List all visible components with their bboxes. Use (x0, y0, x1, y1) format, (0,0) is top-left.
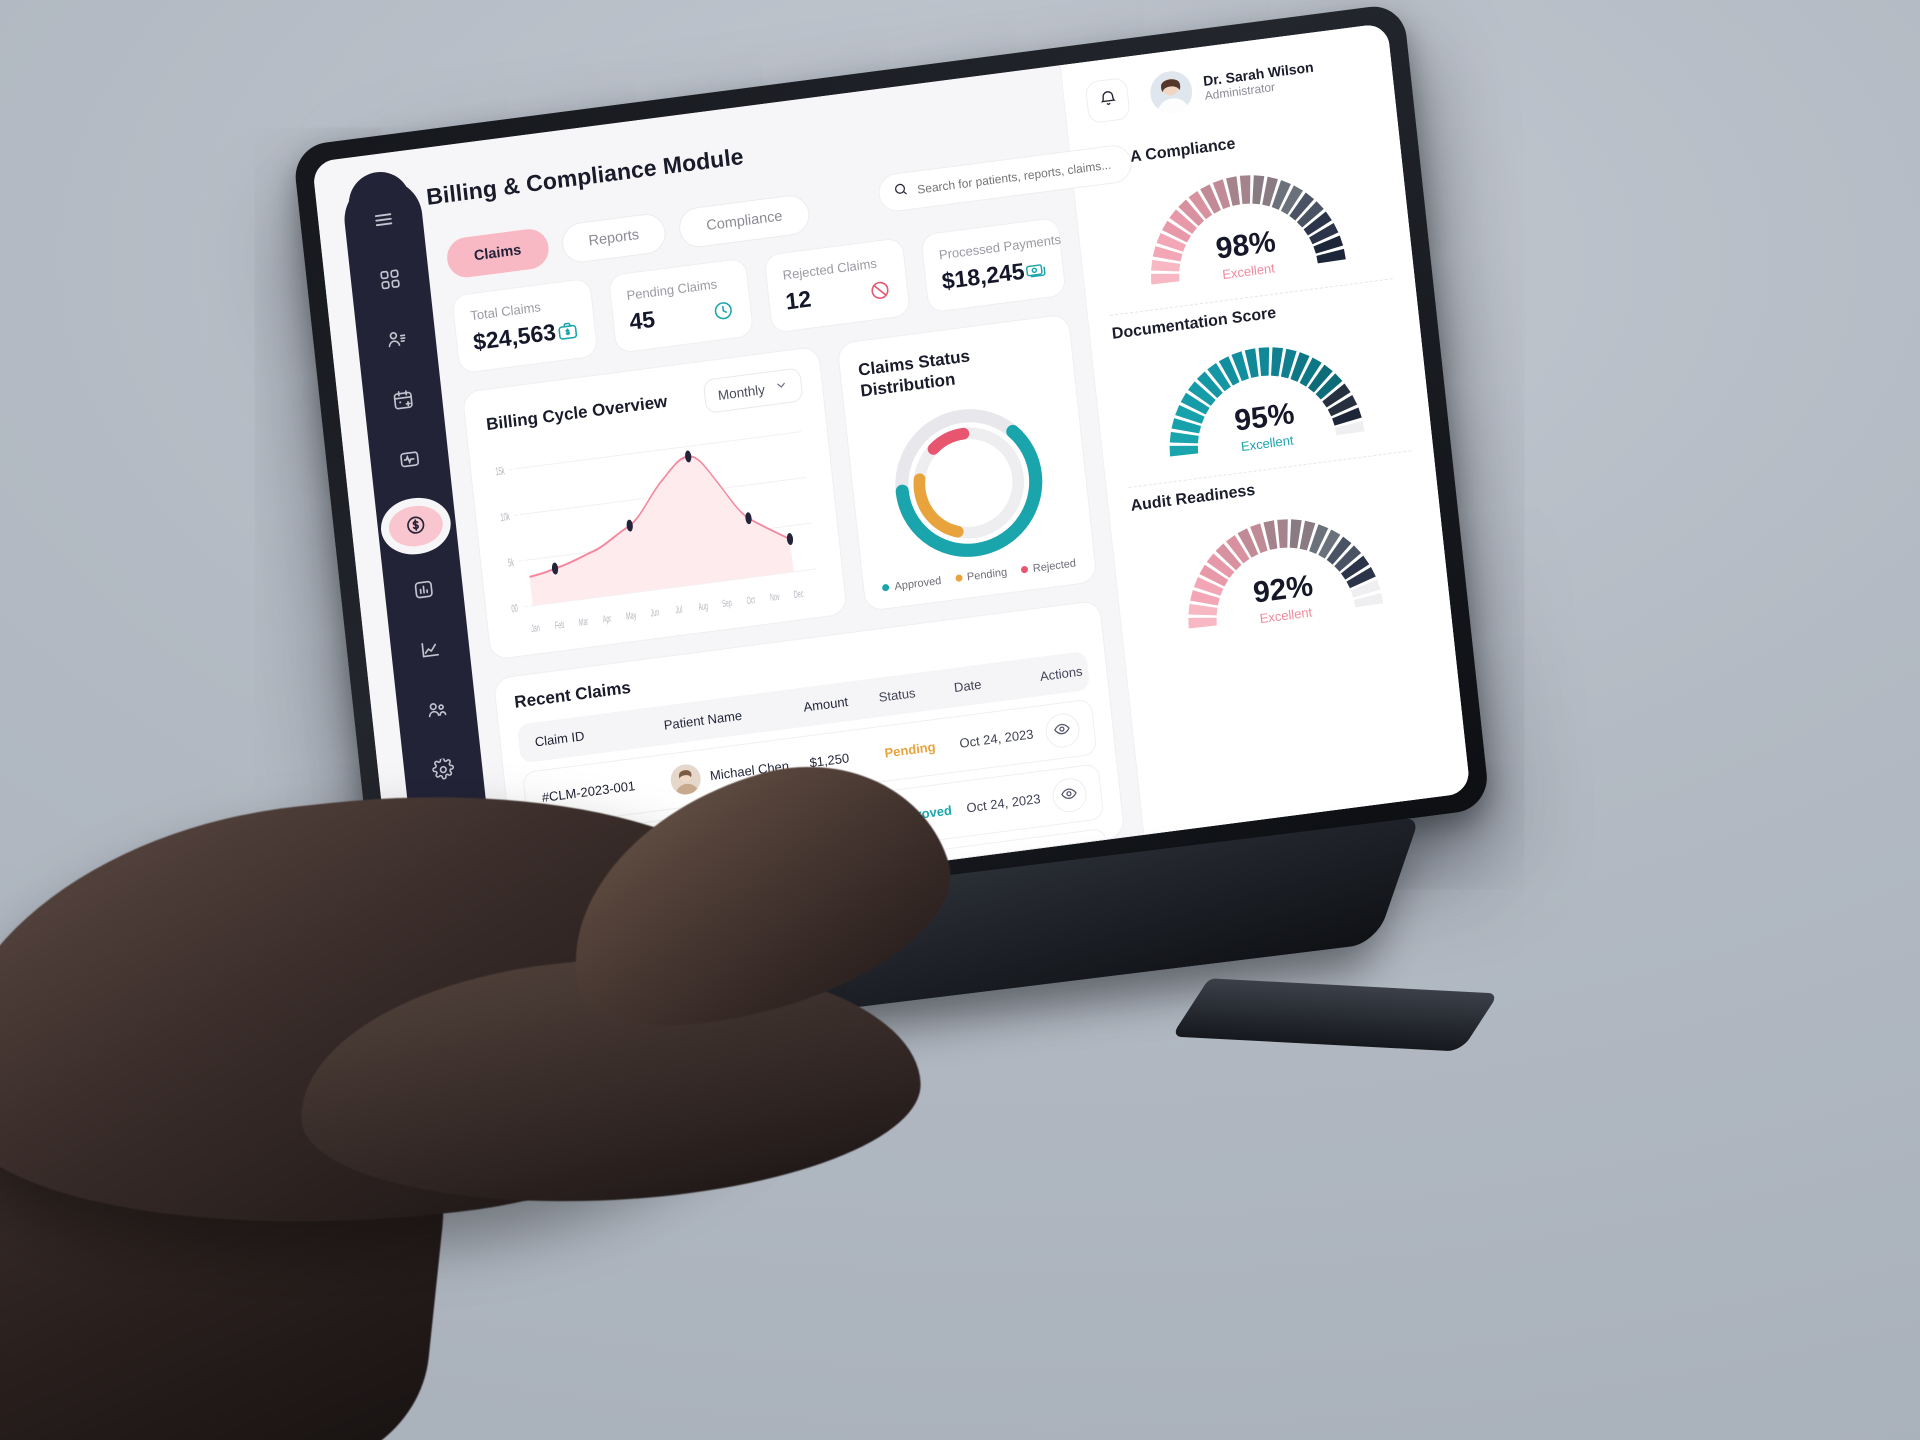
gauge-segment (1239, 175, 1251, 204)
gauge-segment (1150, 273, 1180, 285)
eye-icon (1060, 784, 1079, 806)
legend-dot-pending (954, 574, 963, 583)
gauge-segments (1188, 519, 1384, 629)
cell-date: Oct 24, 2023 (965, 790, 1042, 816)
charts-row: Billing Cycle Overview Monthly 15k 10k 5… (461, 313, 1098, 661)
bell-icon (1097, 88, 1118, 112)
calendar-icon (391, 387, 416, 415)
svg-text:10k: 10k (500, 510, 511, 524)
gauge-segments (1150, 175, 1346, 285)
user-meta: Dr. Sarah Wilson Administrator (1202, 59, 1315, 103)
briefcase-dollar-icon (555, 319, 580, 347)
period-select[interactable]: Monthly (702, 367, 804, 414)
column-header-amount: Amount (802, 693, 849, 715)
page-title: Billing & Compliance Module (424, 142, 745, 210)
legend-dot-rejected (1020, 565, 1029, 574)
svg-text:15k: 15k (495, 464, 506, 478)
svg-text:Sep: Sep (722, 596, 733, 610)
claims-status-chart (862, 383, 1075, 582)
ban-icon (867, 278, 892, 306)
billing-cycle-title: Billing Cycle Overview (485, 391, 669, 435)
column-header-claim-id: Claim ID (533, 727, 586, 750)
status-badge: Pending (883, 739, 937, 761)
legend-dot-approved (882, 583, 890, 592)
hamburger-menu-icon (371, 207, 396, 235)
user-list-icon (384, 327, 409, 355)
column-header-date: Date (953, 676, 983, 695)
stat-card-pending-claims: Pending Claims 45 (607, 257, 755, 354)
stat-card-rejected-claims: Rejected Claims 12 (763, 237, 911, 334)
column-header-patient-name: Patient Name (662, 707, 743, 733)
sidebar-item-menu[interactable] (362, 203, 405, 238)
sidebar-item-patients[interactable] (375, 323, 418, 358)
grid-dashboard-icon (378, 267, 403, 295)
svg-text:May: May (625, 608, 637, 622)
y-axis-ticks: 15k 10k 5k 00 (495, 464, 528, 615)
svg-text:Apr: Apr (602, 612, 612, 626)
donut-chart-svg (895, 408, 1043, 557)
sidebar-item-settings[interactable] (422, 754, 465, 789)
sidebar-item-analytics[interactable] (409, 634, 452, 669)
avatar (668, 762, 702, 796)
clock-icon (711, 298, 736, 326)
bar-chart-icon (412, 577, 437, 605)
cell-claim-id: #CLM-2023-001 (541, 778, 636, 806)
area-fill (529, 456, 794, 606)
svg-text:Oct: Oct (746, 593, 756, 607)
line-chart-icon (418, 637, 443, 665)
notifications-button[interactable] (1084, 76, 1131, 125)
sidebar-item-vitals[interactable] (388, 443, 431, 478)
period-select-value: Monthly (717, 381, 766, 403)
sidebar-item-billing[interactable] (386, 502, 445, 550)
svg-text:Jul: Jul (675, 602, 683, 615)
svg-text:Aug: Aug (698, 599, 709, 613)
gauge-audit-readiness: Audit Readiness 92% Excellent (1129, 451, 1430, 659)
tab-claims[interactable]: Claims (445, 226, 551, 280)
svg-text:Dec: Dec (793, 587, 804, 601)
gauge-segments (1169, 347, 1365, 457)
eye-icon (1053, 719, 1072, 741)
sidebar-item-dashboard[interactable] (369, 263, 412, 298)
view-claim-button[interactable] (1050, 775, 1088, 814)
svg-text:Feb: Feb (554, 618, 565, 632)
svg-text:5k: 5k (507, 556, 515, 569)
gear-icon (431, 757, 456, 785)
sidebar-item-reports[interactable] (402, 574, 445, 609)
claims-status-card: Claims Status Distribution Approved Pend… (836, 313, 1098, 612)
tab-reports[interactable]: Reports (559, 211, 668, 265)
stat-card-processed-payments: Processed Payments $18,245 (919, 216, 1067, 314)
line-chart-svg: 15k 10k 5k 00 Jan Feb Mar Apr May Jun Ju… (495, 431, 817, 635)
heart-monitor-icon (397, 447, 422, 475)
column-header-status: Status (877, 684, 917, 705)
stat-card-total-claims: Total Claims $24,563 (451, 277, 599, 375)
column-header-actions: Actions (1039, 663, 1084, 684)
chevron-down-icon (774, 378, 789, 396)
users-group-icon (425, 697, 450, 725)
cell-actions (1043, 710, 1081, 750)
view-claim-button[interactable] (1043, 710, 1081, 750)
svg-text:00: 00 (511, 602, 519, 615)
svg-text:Mar: Mar (578, 615, 589, 629)
svg-text:Nov: Nov (769, 590, 780, 604)
photo-scene: Billing & Compliance Module Claims Repor… (0, 0, 1920, 1440)
cell-date: Oct 24, 2023 (958, 726, 1035, 751)
gauge-segment (1277, 519, 1288, 549)
search-icon (892, 181, 909, 203)
gauge-segment (1258, 347, 1270, 377)
avatar (1148, 68, 1195, 116)
billing-cycle-chart: 15k 10k 5k 00 Jan Feb Mar Apr May Jun Ju… (489, 409, 825, 645)
svg-text:Jan: Jan (530, 621, 540, 635)
banknotes-icon (1024, 258, 1049, 286)
gauge-segment (1169, 445, 1199, 457)
svg-text:Jun: Jun (650, 605, 660, 619)
dollar-circle-icon (404, 512, 429, 540)
cell-actions (1050, 775, 1088, 814)
sidebar-item-schedule[interactable] (382, 383, 425, 418)
billing-cycle-card: Billing Cycle Overview Monthly 15k 10k 5… (461, 345, 848, 661)
sidebar-item-staff[interactable] (415, 694, 458, 729)
gauge-segment (1188, 617, 1217, 629)
tab-compliance[interactable]: Compliance (677, 192, 812, 250)
